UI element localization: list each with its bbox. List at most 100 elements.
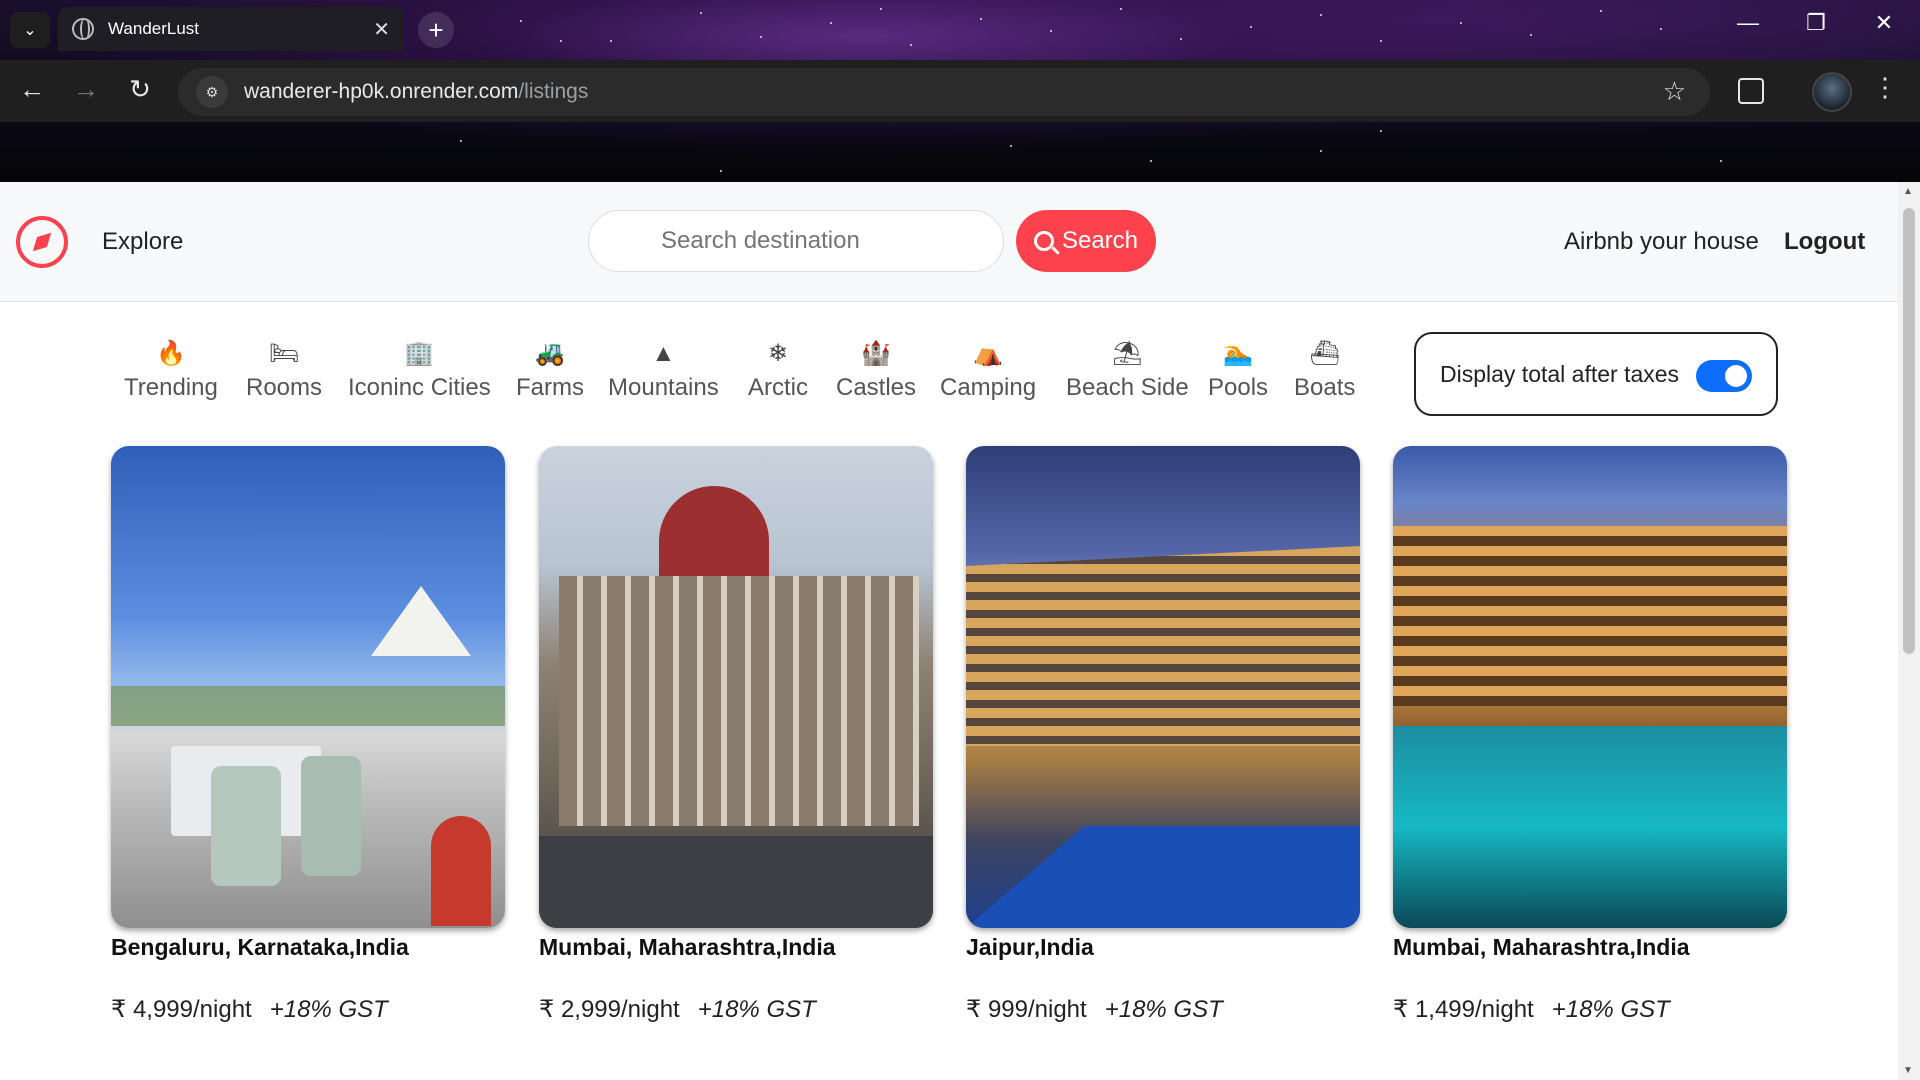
star-dot [1600, 10, 1602, 12]
browser-chrome: ⌄ WanderLust ✕ + — ❐ ✕ ← → ↻ ⚙ wanderer-… [0, 0, 1920, 182]
explore-link[interactable]: Explore [102, 228, 183, 256]
compass-logo-icon[interactable] [16, 216, 68, 268]
profile-avatar[interactable] [1812, 72, 1852, 112]
browser-tab-active[interactable]: WanderLust ✕ [58, 7, 404, 51]
fire-icon: 🔥 [155, 340, 186, 367]
filter-rooms[interactable]: 🛏 Rooms [246, 340, 322, 402]
listing-card[interactable]: Bengaluru, Karnataka,India ₹ 4,999/night… [111, 446, 505, 1024]
star-dot [1180, 38, 1182, 40]
bed-icon: 🛏 [268, 340, 300, 367]
search-button-label: Search [1061, 227, 1139, 254]
browser-menu-kebab-icon[interactable]: ⋮ [1872, 72, 1898, 103]
restore-icon[interactable]: ❐ [1796, 10, 1836, 36]
filter-label: Beach Side [1066, 374, 1189, 401]
bookmark-star-icon[interactable]: ☆ [1663, 76, 1686, 107]
filter-farms[interactable]: 🚜 Farms [516, 340, 584, 402]
star-dot [980, 18, 982, 20]
filter-label: Iconinc Cities [348, 374, 491, 401]
star-dot [610, 40, 612, 42]
logout-link[interactable]: Logout [1784, 228, 1865, 256]
listing-image-resort-pool[interactable] [1393, 446, 1787, 928]
scroll-down-arrow-icon[interactable]: ▼ [1903, 1065, 1913, 1076]
listing-card[interactable]: Mumbai, Maharashtra,India ₹ 2,999/night +… [539, 446, 933, 1024]
price-value: ₹ 4,999/night [111, 996, 252, 1023]
filter-mountains[interactable]: ▲ Mountains [608, 340, 719, 402]
url-path: /listings [518, 80, 589, 103]
star-dot [1380, 130, 1382, 132]
filter-label: Pools [1208, 374, 1269, 401]
filter-label: Castles [836, 374, 917, 401]
tax-toggle-label: Display total after taxes [1440, 360, 1680, 387]
filter-arctic[interactable]: ❄ Arctic [748, 340, 808, 402]
filter-trending[interactable]: 🔥 Trending [124, 340, 218, 402]
star-dot [460, 140, 462, 142]
address-bar[interactable]: ⚙ wanderer-hp0k.onrender.com/listings ☆ [178, 68, 1710, 116]
campground-icon: ⛺ [973, 340, 1003, 367]
listing-location: Mumbai, Maharashtra,India [539, 934, 836, 960]
filter-boats[interactable]: ⛴ Boats [1294, 340, 1355, 402]
star-dot [1660, 28, 1662, 30]
gst-note: +18% GST [1104, 996, 1223, 1023]
scroll-up-arrow-icon[interactable]: ▲ [1903, 186, 1913, 197]
star-dot [1050, 30, 1052, 32]
listing-image-rooftop-cafe[interactable] [111, 446, 505, 928]
listing-card[interactable]: Mumbai, Maharashtra,India ₹ 1,499/night +… [1393, 446, 1787, 1024]
swimmer-icon: 🏊 [1223, 340, 1253, 367]
new-tab-button[interactable]: + [418, 12, 454, 48]
tab-search-button[interactable]: ⌄ [10, 12, 50, 48]
filter-label: Trending [124, 374, 218, 401]
scrollbar-thumb[interactable] [1903, 208, 1915, 654]
back-arrow-icon[interactable]: ← [14, 74, 50, 105]
filter-label: Rooms [246, 374, 323, 401]
filter-pools[interactable]: 🏊 Pools [1208, 340, 1268, 402]
minimize-icon[interactable]: — [1728, 10, 1768, 36]
airbnb-your-house-link[interactable]: Airbnb your house [1564, 228, 1759, 256]
filter-beach-side[interactable]: ⛱ Beach Side [1066, 340, 1189, 402]
site-navbar: Explore Search Airbnb your house Logout [0, 182, 1898, 302]
window-close-icon[interactable]: ✕ [1864, 10, 1904, 36]
umbrella-beach-icon: ⛱ [1112, 340, 1143, 367]
star-dot [520, 20, 522, 22]
star-dot [1530, 34, 1532, 36]
chevron-down-icon: ⌄ [23, 22, 37, 39]
filter-label: Farms [516, 374, 584, 401]
extensions-puzzle-icon[interactable] [1738, 78, 1764, 104]
mountain-icon: ▲ [651, 340, 676, 367]
listing-price: ₹ 2,999/night +18% GST [539, 995, 933, 1024]
price-value: ₹ 2,999/night [539, 996, 680, 1023]
filter-iconic-cities[interactable]: 🏢 Iconinc Cities [348, 340, 491, 402]
search-icon [1033, 231, 1054, 251]
star-dot [1250, 26, 1252, 28]
filter-camping[interactable]: ⛺ Camping [940, 340, 1036, 402]
star-dot [910, 44, 912, 46]
star-dot [1150, 160, 1152, 162]
gst-note: +18% GST [697, 996, 816, 1023]
page-scrollbar[interactable]: ▲ ▼ [1898, 182, 1920, 1080]
filter-castles[interactable]: 🏰 Castles [836, 340, 916, 402]
tab-close-icon[interactable]: ✕ [373, 17, 390, 42]
browser-toolbar: ← → ↻ ⚙ wanderer-hp0k.onrender.com/listi… [0, 60, 1920, 122]
listing-image-taj-hotel[interactable] [539, 446, 933, 928]
globe-icon [72, 18, 94, 40]
listing-location: Bengaluru, Karnataka,India [111, 934, 409, 960]
listing-price: ₹ 1,499/night +18% GST [1393, 995, 1787, 1024]
tax-toggle-switch[interactable] [1696, 360, 1752, 392]
filter-label: Mountains [608, 374, 719, 401]
listing-location: Jaipur,India [966, 934, 1094, 960]
listing-card[interactable]: Jaipur,India ₹ 999/night +18% GST [966, 446, 1360, 1024]
star-dot [560, 40, 562, 42]
site-info-icon[interactable]: ⚙ [196, 76, 228, 108]
forward-arrow-icon[interactable]: → [68, 74, 104, 105]
listing-image-hotel-pool-night[interactable] [966, 446, 1360, 928]
reload-icon[interactable]: ↻ [122, 74, 158, 105]
search-button[interactable]: Search [1016, 210, 1156, 272]
star-dot [1010, 145, 1012, 147]
filter-label: Camping [940, 374, 1037, 401]
price-value: ₹ 999/night [966, 996, 1087, 1023]
filter-label: Boats [1294, 374, 1356, 401]
page-content: Explore Search Airbnb your house Logout … [0, 182, 1898, 1080]
search-destination-input[interactable] [588, 210, 1004, 272]
star-dot [1120, 8, 1122, 10]
listing-location: Mumbai, Maharashtra,India [1393, 934, 1690, 960]
star-dot [720, 170, 722, 172]
